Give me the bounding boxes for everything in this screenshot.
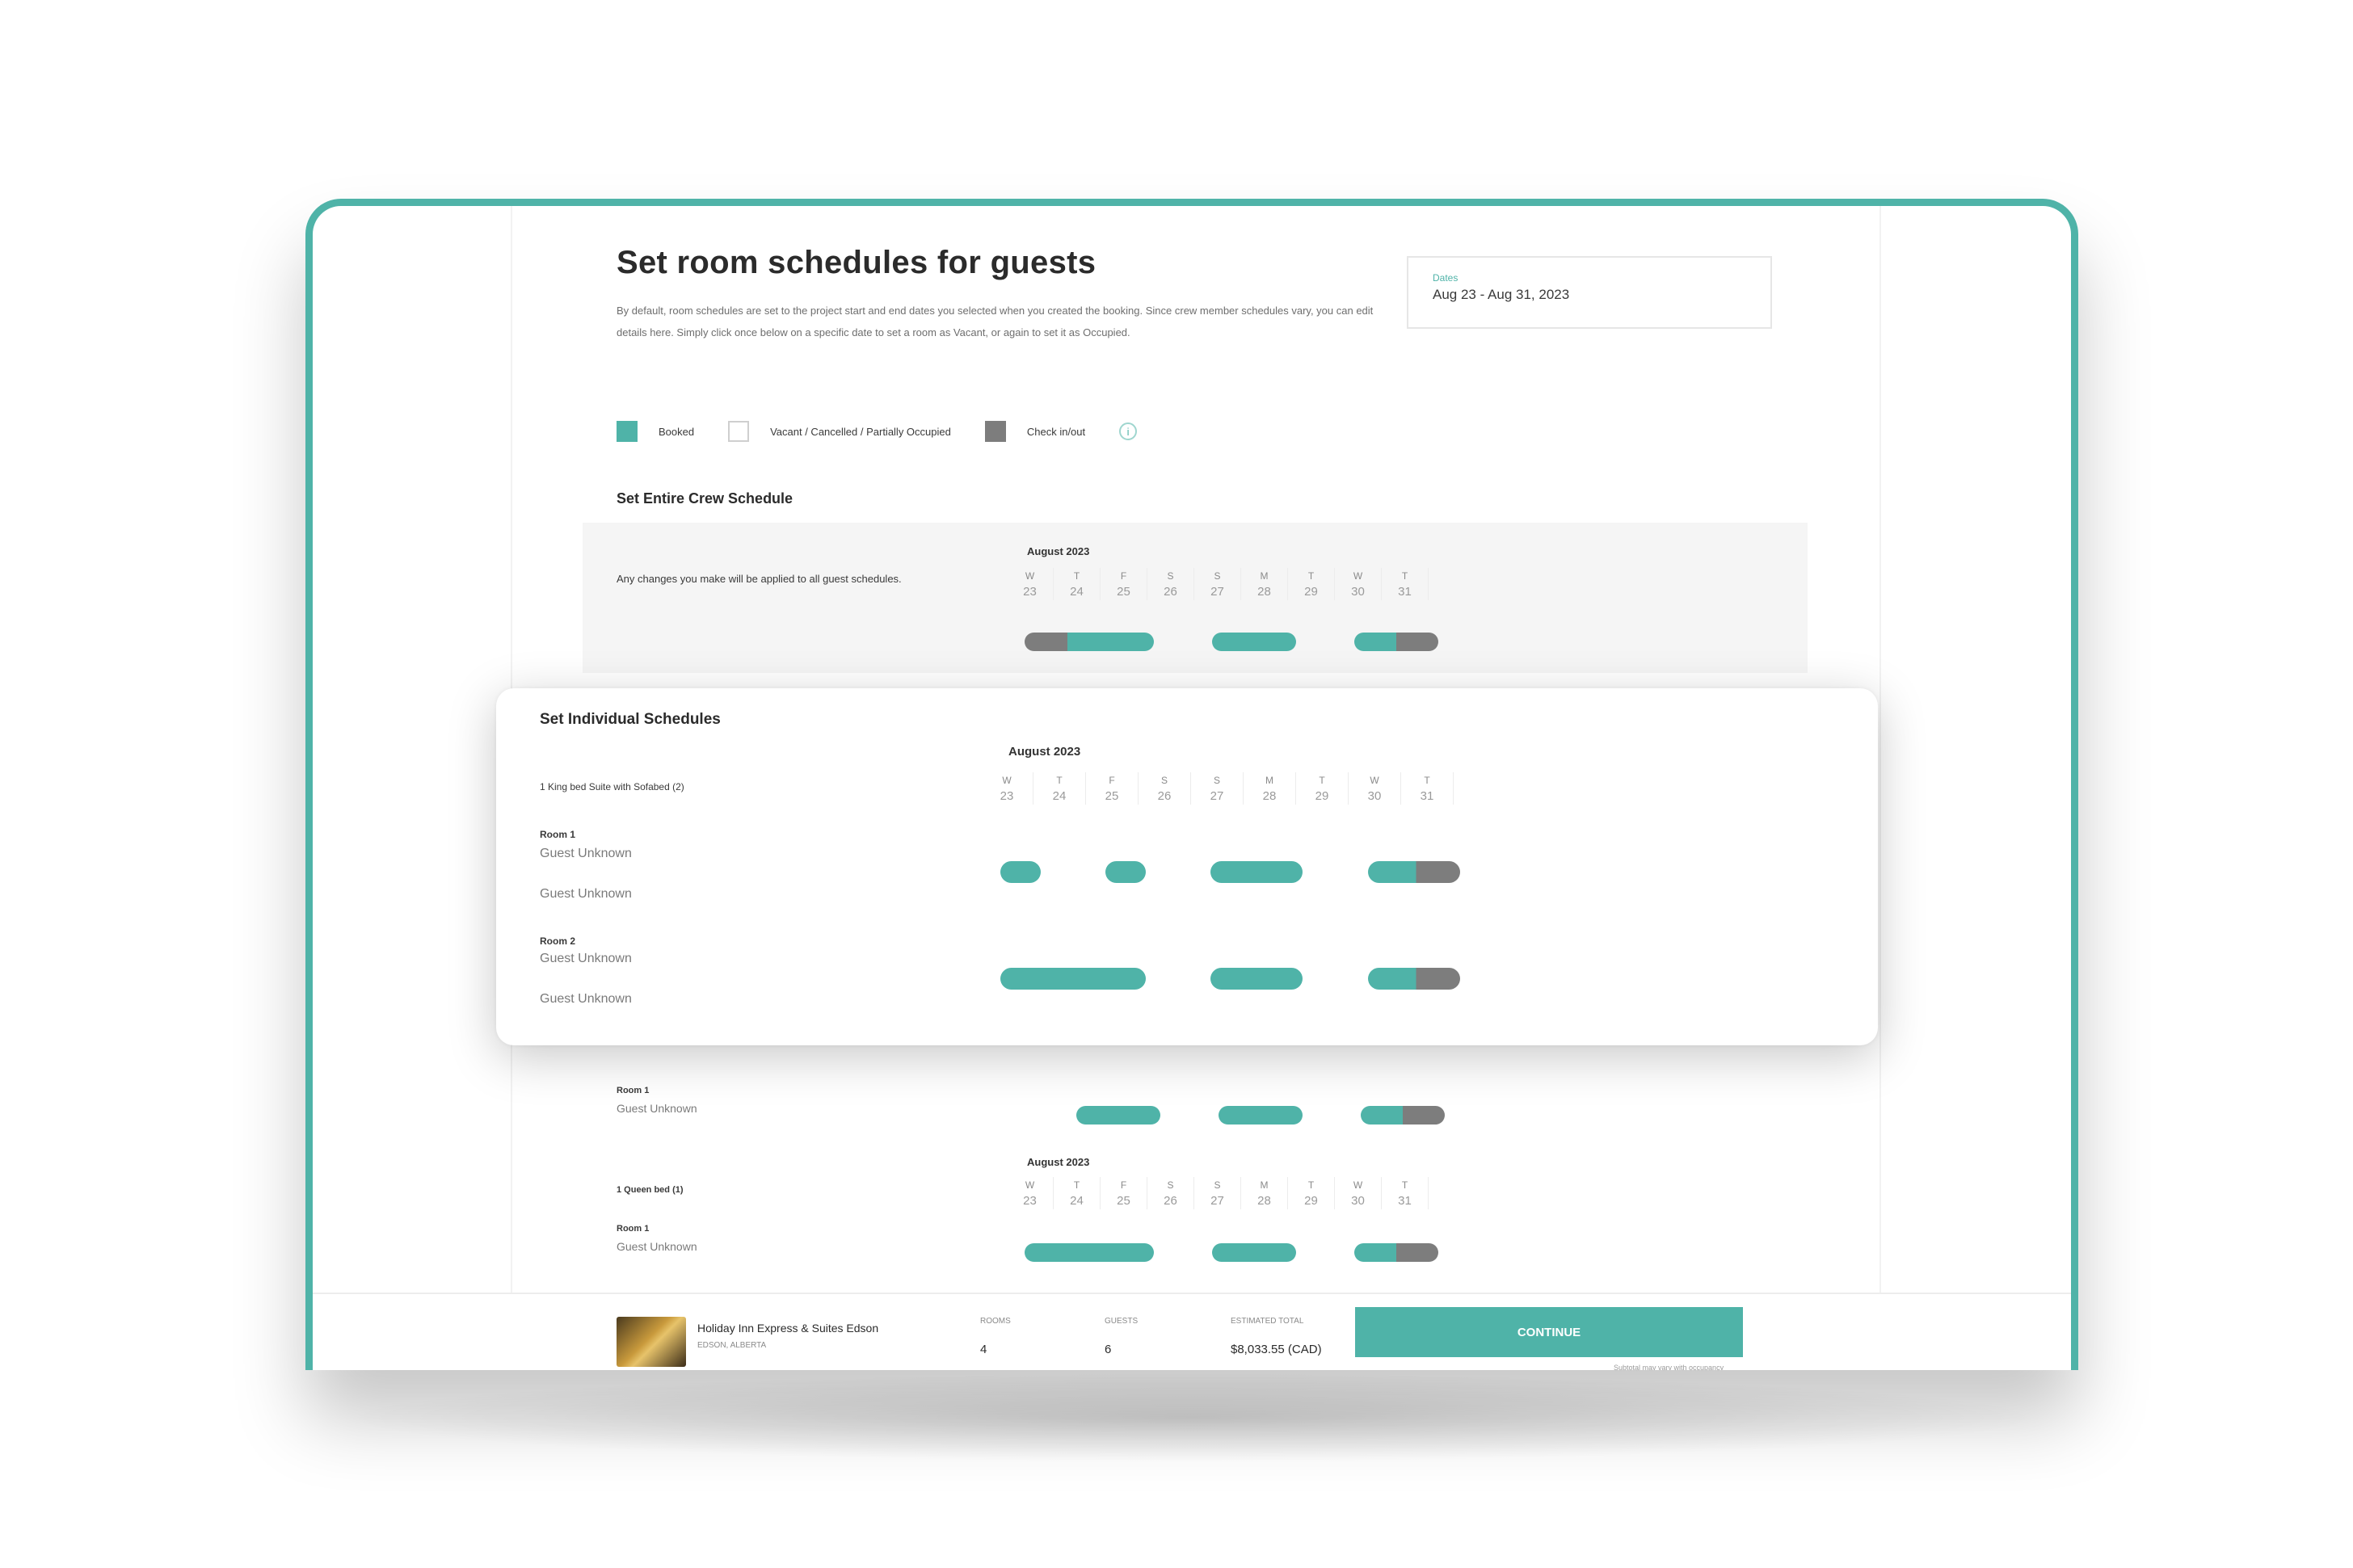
day-col: S 27 — [1194, 1177, 1241, 1209]
schedule-bar[interactable] — [1210, 861, 1303, 883]
rooms-value: 4 — [980, 1343, 987, 1356]
day-col: T 24 — [1054, 1177, 1101, 1209]
day-col: T 24 — [1054, 568, 1101, 600]
guest-name[interactable]: Guest Unknown — [617, 1240, 697, 1253]
individual-title: Set Individual Schedules — [540, 711, 721, 728]
legend-booked: Booked — [617, 421, 694, 442]
hotel-location: EDSON, ALBERTA — [697, 1341, 767, 1350]
schedule-bar[interactable] — [1368, 861, 1460, 883]
guest-name[interactable]: Guest Unknown — [540, 887, 632, 902]
day-col: W 23 — [1007, 568, 1054, 600]
calendar-days: W 23 T 24 F 25 S 26 S 27 M 28 T 29 W 30 T 31 — [1007, 568, 1429, 600]
day-col: T 31 — [1401, 772, 1454, 805]
day-col: F 25 — [1101, 1177, 1147, 1209]
info-icon[interactable]: i — [1119, 422, 1138, 440]
calendar-month: August 2023 — [1027, 1156, 1090, 1168]
legend-label: Check in/out — [1026, 425, 1086, 438]
day-col: T 29 — [1288, 568, 1335, 600]
guest-name[interactable]: Guest Unknown — [540, 992, 632, 1007]
footer-note: Subtotal may vary with occupancy — [1614, 1364, 1724, 1370]
crew-schedule-panel: Any changes you make will be applied to … — [583, 523, 1808, 673]
dates-value: Aug 23 - Aug 31, 2023 — [1433, 287, 1570, 302]
suite-label: 1 King bed Suite with Sofabed (2) — [540, 781, 684, 792]
guest-name[interactable]: Guest Unknown — [540, 847, 632, 861]
room-label: Room 1 — [617, 1224, 650, 1234]
check-swatch — [984, 421, 1006, 442]
crew-bar-checkout[interactable] — [1354, 633, 1438, 651]
calendar-days: W 23 T 24 F 25 S 26 S 27 M 28 T 29 W 30 T 31 — [981, 772, 1454, 805]
room-label: Room 1 — [617, 1086, 650, 1095]
guest-name[interactable]: Guest Unknown — [617, 1102, 697, 1115]
legend-label: Booked — [659, 425, 695, 438]
calendar-month: August 2023 — [1008, 745, 1081, 759]
schedule-bar[interactable] — [1368, 968, 1460, 990]
dates-field[interactable]: Dates Aug 23 - Aug 31, 2023 — [1407, 256, 1772, 329]
day-col: S 26 — [1147, 1177, 1194, 1209]
booking-summary-footer: Holiday Inn Express & Suites Edson EDSON… — [313, 1293, 2071, 1370]
day-col: M 28 — [1241, 568, 1288, 600]
guests-label: Guests — [1105, 1317, 1139, 1326]
room-label: Room 2 — [540, 935, 576, 947]
individual-schedules-card: Set Individual Schedules August 2023 W 23… — [496, 688, 1878, 1045]
day-col: W 23 — [981, 772, 1033, 805]
day-col: W 23 — [1007, 1177, 1054, 1209]
schedule-bar[interactable] — [1354, 1243, 1438, 1262]
dates-label: Dates — [1433, 272, 1459, 284]
booked-swatch — [617, 421, 638, 442]
day-col: W 30 — [1335, 1177, 1382, 1209]
continue-button[interactable]: CONTINUE — [1355, 1307, 1743, 1357]
day-col: W 30 — [1335, 568, 1382, 600]
day-col: S 26 — [1139, 772, 1191, 805]
schedule-bar[interactable] — [1076, 1106, 1160, 1125]
schedule-bar[interactable] — [1000, 861, 1041, 883]
guests-value: 6 — [1105, 1343, 1112, 1356]
day-col: W 30 — [1349, 772, 1401, 805]
day-col: S 27 — [1191, 772, 1244, 805]
legend: Booked Vacant / Cancelled / Partially Oc… — [617, 421, 1138, 442]
day-col: S 27 — [1194, 568, 1241, 600]
day-col: T 24 — [1033, 772, 1086, 805]
schedule-bar[interactable] — [1025, 1243, 1154, 1262]
crew-bar-checkin[interactable] — [1025, 633, 1154, 651]
screenshot-stage: Set room schedules for guests By default… — [0, 0, 2353, 1568]
suite-label: 1 Queen bed (1) — [617, 1185, 684, 1195]
vacant-swatch — [728, 421, 750, 442]
crew-bar-booked[interactable] — [1212, 633, 1296, 651]
hotel-thumbnail — [617, 1317, 686, 1367]
day-col: M 28 — [1244, 772, 1296, 805]
day-col: T 29 — [1288, 1177, 1335, 1209]
legend-check: Check in/out — [984, 421, 1086, 442]
total-value: $8,033.55 (CAD) — [1231, 1343, 1322, 1356]
crew-title: Set Entire Crew Schedule — [617, 490, 793, 507]
day-col: M 28 — [1241, 1177, 1288, 1209]
day-col: T 31 — [1382, 568, 1429, 600]
legend-label: Vacant / Cancelled / Partially Occupied — [770, 425, 951, 438]
page-title: Set room schedules for guests — [617, 245, 1097, 280]
calendar-days: W 23 T 24 F 25 S 26 S 27 M 28 T 29 W 30 T 31 — [1007, 1177, 1429, 1209]
day-col: F 25 — [1086, 772, 1139, 805]
crew-note: Any changes you make will be applied to … — [617, 573, 902, 585]
total-label: Estimated Total — [1231, 1317, 1304, 1326]
schedule-bar[interactable] — [1361, 1106, 1445, 1125]
schedule-bar[interactable] — [1105, 861, 1146, 883]
guest-name[interactable]: Guest Unknown — [540, 952, 632, 966]
schedule-bar[interactable] — [1212, 1243, 1296, 1262]
room-label: Room 1 — [540, 829, 576, 840]
hotel-name: Holiday Inn Express & Suites Edson — [697, 1322, 879, 1335]
day-col: T 29 — [1296, 772, 1349, 805]
calendar-month: August 2023 — [1027, 545, 1090, 557]
frame-shadow — [339, 1373, 2044, 1462]
day-col: S 26 — [1147, 568, 1194, 600]
column-guide — [1879, 206, 1881, 1370]
day-col: T 31 — [1382, 1177, 1429, 1209]
schedule-bar[interactable] — [1219, 1106, 1303, 1125]
page-description: By default, room schedules are set to th… — [617, 305, 1374, 338]
day-col: F 25 — [1101, 568, 1147, 600]
rooms-label: Rooms — [980, 1317, 1011, 1326]
schedule-bar[interactable] — [1210, 968, 1303, 990]
schedule-bar[interactable] — [1000, 968, 1146, 990]
legend-vacant: Vacant / Cancelled / Partially Occupied — [728, 421, 951, 442]
